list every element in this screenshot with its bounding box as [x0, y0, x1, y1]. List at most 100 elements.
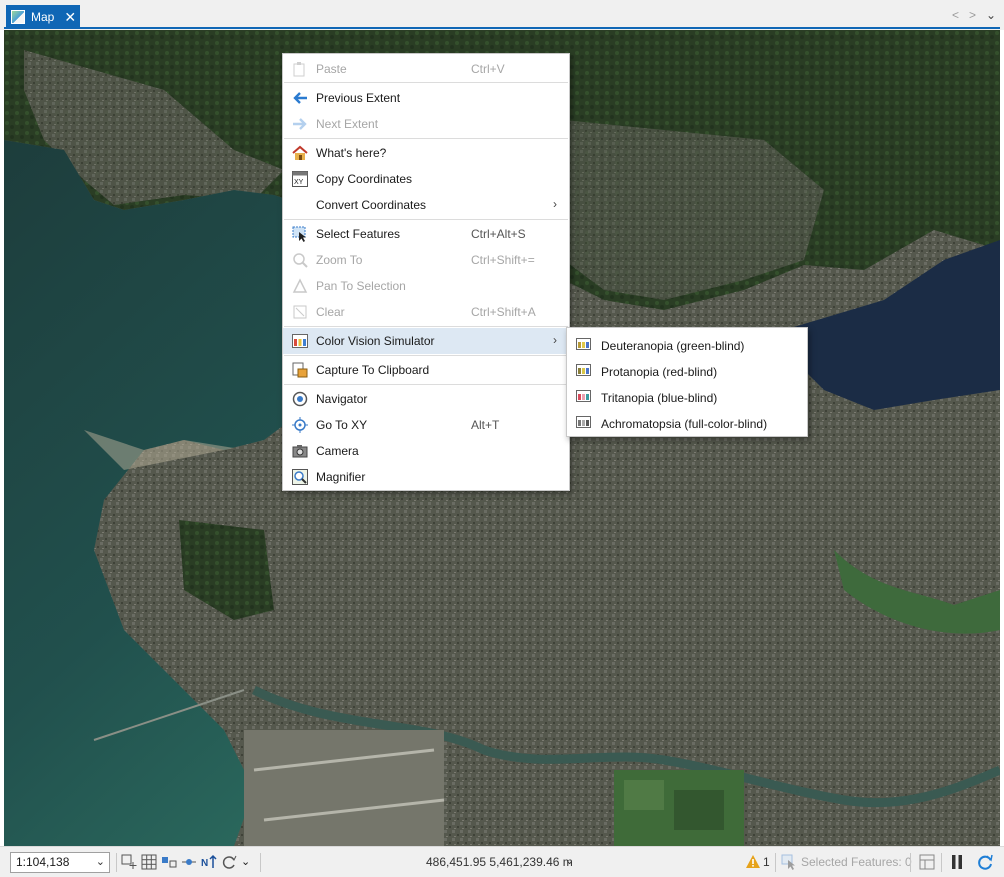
- chevron-down-icon[interactable]: ⌄: [241, 855, 257, 871]
- menu-item-shortcut: Ctrl+Shift+=: [471, 253, 535, 267]
- fixed-zoom-in-icon[interactable]: [121, 854, 137, 870]
- menu-item-label: Navigator: [316, 392, 368, 406]
- map-context-menu: Paste Ctrl+V Previous Extent Next Extent…: [282, 53, 570, 491]
- north-arrow-icon[interactable]: N: [201, 854, 217, 870]
- menu-item-copy-coordinates[interactable]: XY Copy Coordinates: [283, 166, 569, 192]
- divider: [775, 853, 776, 872]
- menu-item-label: Paste: [316, 62, 347, 76]
- submenu-item-deuteranopia[interactable]: Deuteranopia (green-blind): [567, 331, 807, 357]
- map-status-bar: 1:104,138 ⌄ N ⌄ 486,451.95 5,461,239.46 …: [0, 846, 1004, 877]
- table-icon[interactable]: [919, 854, 935, 870]
- submenu-item-achromatopsia[interactable]: Achromatopsia (full-color-blind): [567, 409, 807, 435]
- menu-item-label: Capture To Clipboard: [316, 363, 430, 377]
- snapping-icon[interactable]: [161, 854, 177, 870]
- map-tab[interactable]: Map ✕: [6, 5, 80, 28]
- tritanopia-icon: [576, 390, 591, 402]
- scale-value: 1:104,138: [16, 855, 70, 869]
- submenu-item-label: Tritanopia (blue-blind): [601, 391, 718, 405]
- arrow-right-icon: [291, 116, 308, 132]
- submenu-item-label: Achromatopsia (full-color-blind): [601, 417, 768, 431]
- menu-item-label: Magnifier: [316, 470, 366, 484]
- coordinate-format-chevron-icon[interactable]: ⌄: [565, 854, 574, 867]
- menu-item-clear[interactable]: Clear Ctrl+Shift+A: [283, 299, 569, 325]
- deuteranopia-icon: [576, 338, 591, 350]
- selected-features-count: Selected Features: 0: [801, 855, 912, 869]
- menu-separator: [284, 384, 568, 385]
- menu-item-color-vision-simulator[interactable]: Color Vision Simulator ›: [283, 328, 569, 354]
- menu-item-label: Copy Coordinates: [316, 172, 413, 186]
- select-features-icon: [291, 226, 308, 242]
- constraint-icon[interactable]: [181, 854, 197, 870]
- menu-item-shortcut: Ctrl+Shift+A: [471, 305, 536, 319]
- menu-item-whats-here[interactable]: What's here?: [283, 140, 569, 166]
- arrow-left-icon: [291, 90, 308, 106]
- refresh-icon[interactable]: [221, 854, 237, 870]
- map-icon: [11, 9, 25, 24]
- menu-item-label: Pan To Selection: [316, 279, 406, 293]
- divider: [910, 853, 911, 872]
- menu-item-next-extent[interactable]: Next Extent: [283, 111, 569, 137]
- tab-underline: [4, 27, 1000, 29]
- menu-item-shortcut: Ctrl+V: [471, 62, 505, 76]
- zoom-to-icon: [291, 252, 308, 268]
- goto-xy-icon: [291, 417, 308, 433]
- menu-separator: [284, 355, 568, 356]
- scroll-left-icon[interactable]: <: [952, 8, 959, 22]
- chevron-right-icon: ›: [553, 197, 557, 211]
- menu-item-zoom-to[interactable]: Zoom To Ctrl+Shift+=: [283, 247, 569, 273]
- map-tab-label: Map: [31, 9, 55, 24]
- scroll-right-icon[interactable]: >: [969, 8, 976, 22]
- menu-item-label: Select Features: [316, 227, 401, 241]
- submenu-item-tritanopia[interactable]: Tritanopia (blue-blind): [567, 383, 807, 409]
- menu-item-shortcut: Alt+T: [471, 418, 500, 432]
- menu-item-label: Go To XY: [316, 418, 368, 432]
- menu-item-capture-to-clipboard[interactable]: Capture To Clipboard: [283, 357, 569, 383]
- menu-item-pan-to-selection[interactable]: Pan To Selection: [283, 273, 569, 299]
- pan-to-icon: [291, 278, 308, 294]
- menu-separator: [284, 219, 568, 220]
- svg-text:N: N: [201, 858, 208, 869]
- menu-item-label: Camera: [316, 444, 359, 458]
- divider: [260, 853, 261, 872]
- menu-item-previous-extent[interactable]: Previous Extent: [283, 85, 569, 111]
- divider: [941, 853, 942, 872]
- refresh-map-icon[interactable]: [977, 854, 993, 870]
- menu-item-label: What's here?: [316, 146, 387, 160]
- menu-item-go-to-xy[interactable]: Go To XY Alt+T: [283, 412, 569, 438]
- protanopia-icon: [576, 364, 591, 376]
- menu-item-label: Zoom To: [316, 253, 363, 267]
- clear-icon: [291, 304, 308, 320]
- menu-item-convert-coordinates[interactable]: Convert Coordinates ›: [283, 192, 569, 218]
- achromatopsia-icon: [576, 416, 591, 428]
- warning-count: 1: [763, 855, 770, 869]
- tab-list-dropdown-icon[interactable]: ⌄: [986, 8, 996, 22]
- menu-item-paste[interactable]: Paste Ctrl+V: [283, 56, 569, 82]
- menu-item-shortcut: Ctrl+Alt+S: [471, 227, 526, 241]
- coordinate-readout: 486,451.95 5,461,239.46 m: [426, 855, 573, 869]
- magnifier-icon: [291, 469, 308, 485]
- map-tab-strip: Map ✕ < > ⌄: [0, 0, 1004, 30]
- grid-icon[interactable]: [141, 854, 157, 870]
- menu-item-magnifier[interactable]: Magnifier: [283, 464, 569, 490]
- house-icon: [291, 145, 308, 161]
- menu-item-camera[interactable]: Camera: [283, 438, 569, 464]
- menu-item-label: Convert Coordinates: [316, 198, 427, 212]
- menu-item-label: Next Extent: [316, 117, 379, 131]
- menu-separator: [284, 138, 568, 139]
- pause-icon[interactable]: [949, 854, 965, 870]
- menu-separator: [284, 326, 568, 327]
- divider: [116, 853, 117, 872]
- chevron-down-icon: ⌄: [95, 856, 105, 868]
- submenu-item-protanopia[interactable]: Protanopia (red-blind): [567, 357, 807, 383]
- menu-item-select-features[interactable]: Select Features Ctrl+Alt+S: [283, 221, 569, 247]
- menu-item-navigator[interactable]: Navigator: [283, 386, 569, 412]
- capture-icon: [291, 362, 308, 378]
- scale-dropdown[interactable]: 1:104,138 ⌄: [10, 852, 110, 873]
- camera-icon: [291, 443, 308, 459]
- menu-item-label: Color Vision Simulator: [316, 334, 435, 348]
- close-icon[interactable]: ✕: [64, 10, 76, 24]
- warning-icon[interactable]: [745, 854, 761, 870]
- menu-item-label: Clear: [316, 305, 345, 319]
- color-vision-submenu: Deuteranopia (green-blind) Protanopia (r…: [566, 327, 808, 437]
- submenu-item-label: Deuteranopia (green-blind): [601, 339, 745, 353]
